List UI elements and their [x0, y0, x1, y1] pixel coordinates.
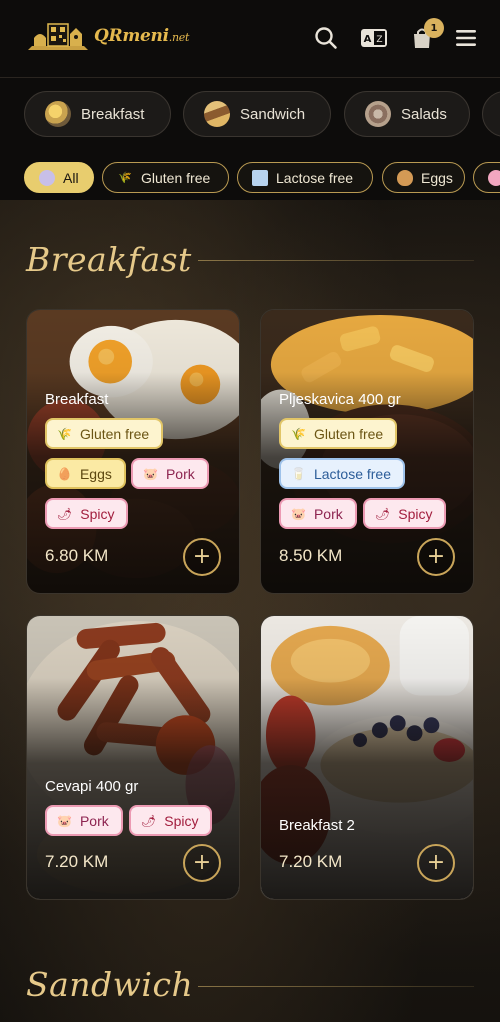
- logo-emblem-icon: [28, 23, 88, 50]
- item-price: 7.20 KM: [279, 852, 343, 871]
- item-price: 6.80 KM: [45, 546, 109, 565]
- category-label: Salads: [401, 105, 447, 123]
- item-name: Breakfast: [45, 391, 109, 408]
- category-label: Sandwich: [240, 105, 306, 123]
- gluten-free-tag: 🌾 Gluten free: [45, 418, 164, 449]
- pork-tag: 🐷 Pork: [131, 458, 209, 489]
- category-strip: Breakfast Sandwich Salads: [0, 78, 500, 154]
- section-title-sandwich: Sandwich: [26, 965, 194, 1004]
- spicy-tag: 🌶 Spicy: [45, 498, 129, 529]
- filter-label: Eggs: [421, 169, 453, 186]
- cart-count-badge: 1: [424, 18, 444, 38]
- svg-text:Z: Z: [376, 35, 382, 45]
- add-to-cart-button[interactable]: +: [183, 538, 221, 576]
- filter-gluten-free[interactable]: 🌾 Gluten free: [102, 162, 229, 193]
- category-label: Breakfast: [81, 105, 145, 123]
- item-price: 8.50 KM: [279, 546, 343, 565]
- menu-item-card[interactable]: Pljeskavica 400 gr 🌾 Gluten free 🥛 Lactose…: [260, 309, 474, 594]
- add-to-cart-button[interactable]: +: [417, 538, 455, 576]
- section-title-breakfast: Breakfast: [26, 240, 192, 279]
- logo-text: QRmeni.net: [94, 26, 190, 46]
- spicy-tag: 🌶 Spicy: [363, 498, 447, 529]
- pig-icon: 🐷: [57, 813, 72, 828]
- translate-icon[interactable]: AZ: [360, 24, 388, 52]
- filter-all[interactable]: All: [24, 162, 94, 193]
- item-name: Breakfast 2: [279, 817, 355, 834]
- sandwich-thumbnail: [204, 101, 230, 127]
- wheat-icon: 🌾: [57, 426, 72, 441]
- category-breakfast[interactable]: Breakfast: [24, 91, 171, 137]
- milk-glass-icon: [252, 169, 268, 186]
- add-to-cart-button[interactable]: +: [183, 844, 221, 882]
- svg-text:A: A: [364, 34, 372, 45]
- filter-label: Lactose free: [276, 169, 354, 186]
- category-next[interactable]: [482, 91, 500, 137]
- chili-icon: 🌶: [57, 506, 73, 521]
- item-name: Pljeskavica 400 gr: [279, 391, 401, 408]
- add-to-cart-button[interactable]: +: [417, 844, 455, 882]
- lactose-free-tag: 🥛 Lactose free: [279, 458, 406, 489]
- wheat-icon: 🌾: [118, 171, 132, 184]
- chili-icon: 🌶: [375, 506, 391, 521]
- menu-item-card[interactable]: Breakfast 🌾 Gluten free 🥚 Eggs 🐷 Pork 🌶 Spic…: [26, 309, 240, 594]
- logo[interactable]: QRmeni.net: [26, 20, 189, 54]
- all-filter-icon: [39, 169, 55, 186]
- egg-icon: 🥚: [57, 466, 72, 481]
- section-divider: [198, 986, 474, 987]
- spicy-tag: 🌶 Spicy: [129, 805, 213, 836]
- filter-lactose-free[interactable]: Lactose free: [237, 162, 373, 193]
- category-sandwich[interactable]: Sandwich: [183, 91, 331, 137]
- salads-thumbnail: [365, 101, 391, 127]
- pig-icon: [488, 169, 500, 186]
- wheat-icon: 🌾: [291, 426, 306, 441]
- milk-glass-icon: 🥛: [291, 466, 306, 481]
- menu-item-card[interactable]: Breakfast 2 7.20 KM +: [260, 615, 474, 900]
- logo-suffix: .net: [168, 31, 190, 44]
- category-salads[interactable]: Salads: [344, 91, 470, 137]
- menu-icon[interactable]: [452, 24, 480, 52]
- item-name: Cevapi 400 gr: [45, 778, 139, 795]
- pork-tag: 🐷 Pork: [45, 805, 123, 836]
- gluten-free-tag: 🌾 Gluten free: [279, 418, 398, 449]
- cart-icon[interactable]: 1: [408, 18, 444, 52]
- filter-label: All: [63, 169, 79, 186]
- filter-label: Gluten free: [141, 169, 211, 186]
- pig-icon: 🐷: [291, 506, 306, 521]
- item-price: 7.20 KM: [45, 852, 109, 871]
- section-divider: [198, 260, 474, 261]
- pig-icon: 🐷: [143, 466, 158, 481]
- egg-icon: [397, 169, 413, 186]
- search-icon[interactable]: [312, 24, 340, 52]
- app-header: QRmeni.net AZ 1: [0, 0, 500, 78]
- menu-item-card[interactable]: Cevapi 400 gr 🐷 Pork 🌶 Spicy 7.20 KM +: [26, 615, 240, 900]
- chili-icon: 🌶: [141, 813, 157, 828]
- breakfast-thumbnail: [45, 101, 71, 127]
- filter-strip: All 🌾 Gluten free Lactose free Eggs: [0, 154, 500, 200]
- filter-next[interactable]: [473, 162, 500, 193]
- eggs-tag: 🥚 Eggs: [45, 458, 126, 489]
- filter-eggs[interactable]: Eggs: [382, 162, 465, 193]
- pork-tag: 🐷 Pork: [279, 498, 357, 529]
